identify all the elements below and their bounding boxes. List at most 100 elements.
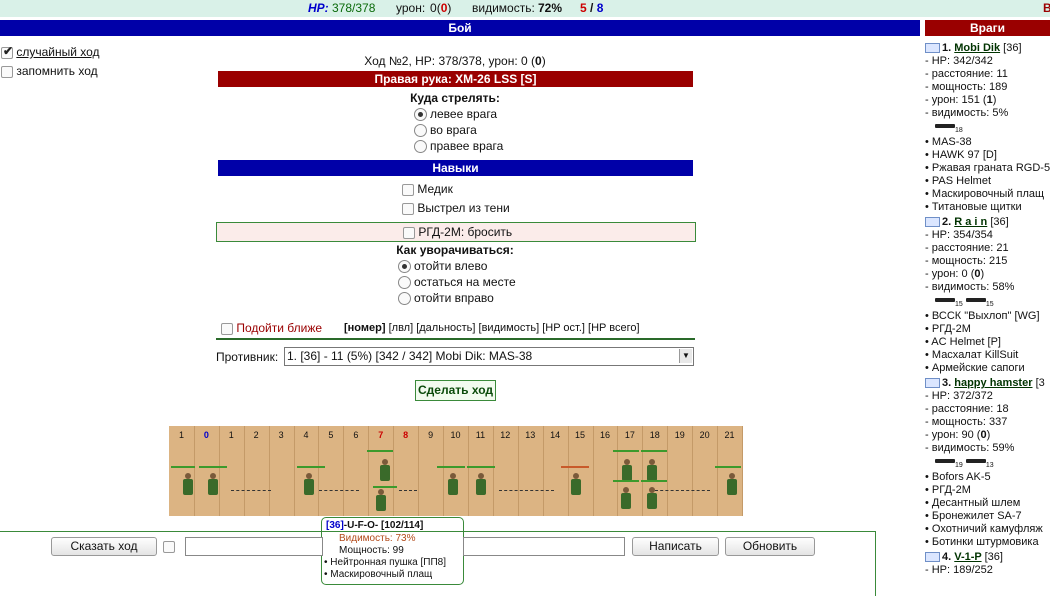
enemy-card: 2. R a i n [36] - HP: 354/354- расстояние… [925, 216, 1050, 375]
column-number: 5 [328, 430, 334, 440]
grenade-row[interactable]: РГД-2М: бросить [216, 222, 696, 242]
chat-input-right[interactable] [463, 537, 625, 556]
chat-input[interactable] [185, 537, 323, 556]
mail-icon[interactable] [925, 43, 940, 54]
field-column[interactable]: 0 [194, 426, 220, 516]
soldier-icon[interactable] [447, 473, 459, 495]
field-column[interactable]: 11 [468, 426, 494, 516]
field-column[interactable]: 3 [269, 426, 295, 516]
soldier-icon[interactable] [475, 473, 487, 495]
dodge-right-radio[interactable] [398, 292, 411, 306]
field-column[interactable]: 10 [443, 426, 469, 516]
mail-icon[interactable] [925, 217, 940, 228]
field-column[interactable]: 4 [294, 426, 320, 516]
soldier-icon[interactable] [646, 459, 658, 481]
column-number: 13 [525, 430, 536, 440]
soldier-icon[interactable] [621, 459, 633, 481]
hp-value: 378/378 [332, 1, 376, 15]
remember-move-option[interactable]: запомнить ход [1, 64, 98, 78]
column-number: 1 [178, 430, 184, 440]
field-column[interactable]: 1 [169, 426, 195, 516]
chat-checkbox[interactable] [163, 541, 175, 553]
field-column[interactable]: 21 [717, 426, 743, 516]
mail-icon[interactable] [925, 552, 940, 563]
skills-bar: Навыки [218, 160, 693, 176]
enemy-card: 1. Mobi Dik [36] - HP: 342/342- расстояни… [925, 42, 1050, 214]
sort-number-link[interactable]: [номер] [344, 322, 386, 334]
soldier-icon[interactable] [620, 487, 632, 509]
shoot-right-option[interactable]: правее врага [414, 139, 503, 154]
grenade-checkbox[interactable] [403, 226, 415, 239]
shoot-right-radio[interactable] [414, 140, 427, 154]
enemy-header[interactable]: 4. V-1-P [36] [925, 551, 1050, 564]
soldier-icon[interactable] [303, 473, 315, 495]
enemy-power: - мощность: 189 [925, 81, 1008, 93]
field-column[interactable]: 9 [418, 426, 445, 516]
say-move-button[interactable]: Сказать ход [51, 537, 157, 556]
field-column[interactable]: 14 [543, 426, 569, 516]
random-move-label[interactable]: случайный ход [16, 45, 99, 59]
opponent-select[interactable]: 1. [36] - 11 (5%) [342 / 342] Mobi Dik: … [284, 347, 694, 366]
dodge-left-radio[interactable] [398, 260, 411, 274]
sort-hp-total-link[interactable]: [HP всего] [588, 322, 639, 334]
refresh-button[interactable]: Обновить [725, 537, 815, 556]
field-column[interactable]: 19 [667, 426, 694, 516]
skill-medic-checkbox[interactable] [402, 183, 414, 196]
mail-icon[interactable] [925, 378, 940, 389]
approach-option[interactable]: Подойти ближе [221, 321, 322, 335]
enemy-item: • Титановые щитки [925, 201, 1022, 213]
gun-icon [935, 459, 955, 464]
shoot-at-label: во врага [430, 123, 477, 137]
field-column[interactable]: 13 [518, 426, 544, 516]
column-number: 1 [228, 430, 234, 440]
soldier-icon[interactable] [207, 473, 219, 495]
sort-level-link[interactable]: [лвл] [389, 322, 414, 334]
field-column[interactable]: 12 [493, 426, 519, 516]
skill-shadow-shot-checkbox[interactable] [402, 202, 414, 215]
battle-field[interactable]: 1 0 1 2 3 4 5 6 7 8 9 10 11 12 13 14 15 16 17 18 19 20 21 [169, 426, 743, 516]
skill-shadow-shot-option[interactable]: Выстрел из тени [402, 201, 510, 215]
sort-distance-link[interactable]: [дальность] [416, 322, 475, 334]
enemy-header[interactable]: 2. R a i n [36] [925, 216, 1050, 229]
write-button[interactable]: Написать [632, 537, 719, 556]
make-move-button[interactable]: Сделать ход [415, 380, 496, 401]
remember-move-label: запомнить ход [16, 64, 98, 78]
chevron-down-icon[interactable]: ▼ [679, 349, 692, 363]
field-column[interactable]: 15 [568, 426, 594, 516]
skill-medic-option[interactable]: Медик [402, 182, 453, 196]
soldier-icon[interactable] [726, 473, 738, 495]
soldier-icon[interactable] [570, 473, 582, 495]
shoot-left-option[interactable]: левее врага [414, 107, 497, 122]
sort-hp-left-link[interactable]: [HP ост.] [542, 322, 585, 334]
dodge-left-label: отойти влево [414, 259, 488, 273]
dodge-stay-radio[interactable] [398, 276, 411, 290]
soldier-icon[interactable] [182, 473, 194, 495]
enemy-header[interactable]: 3. happy hamster [3 [925, 377, 1050, 390]
field-column[interactable]: 6 [343, 426, 370, 516]
unit-hp-bar [199, 466, 227, 468]
field-column[interactable]: 1 [219, 426, 245, 516]
dodge-right-option[interactable]: отойти вправо [398, 291, 494, 306]
dodge-stay-option[interactable]: остаться на месте [398, 275, 516, 290]
field-column[interactable]: 20 [692, 426, 719, 516]
shoot-at-radio[interactable] [414, 124, 427, 138]
remember-move-checkbox[interactable] [1, 65, 13, 78]
soldier-icon[interactable] [379, 459, 391, 481]
field-column[interactable]: 16 [593, 426, 619, 516]
sort-visibility-link[interactable]: [видимость] [479, 322, 540, 334]
opponent-label: Противник: [216, 350, 279, 364]
random-move-checkbox[interactable]: ✔ [1, 44, 13, 59]
field-column[interactable]: 5 [318, 426, 345, 516]
enemy-header[interactable]: 1. Mobi Dik [36] [925, 42, 1050, 55]
approach-checkbox[interactable] [221, 322, 233, 335]
dodge-left-option[interactable]: отойти влево [398, 259, 488, 274]
enemy-hp: - HP: 189/252 [925, 564, 993, 576]
field-column[interactable]: 8 [393, 426, 420, 516]
enemy-hp: - HP: 342/342 [925, 55, 993, 67]
shoot-at-option[interactable]: во врага [414, 123, 477, 138]
soldier-icon[interactable] [375, 489, 387, 511]
field-column[interactable]: 2 [244, 426, 270, 516]
shoot-left-radio[interactable] [414, 108, 427, 122]
dodge-right-label: отойти вправо [414, 291, 494, 305]
random-move-option[interactable]: ✔ случайный ход [1, 44, 100, 59]
